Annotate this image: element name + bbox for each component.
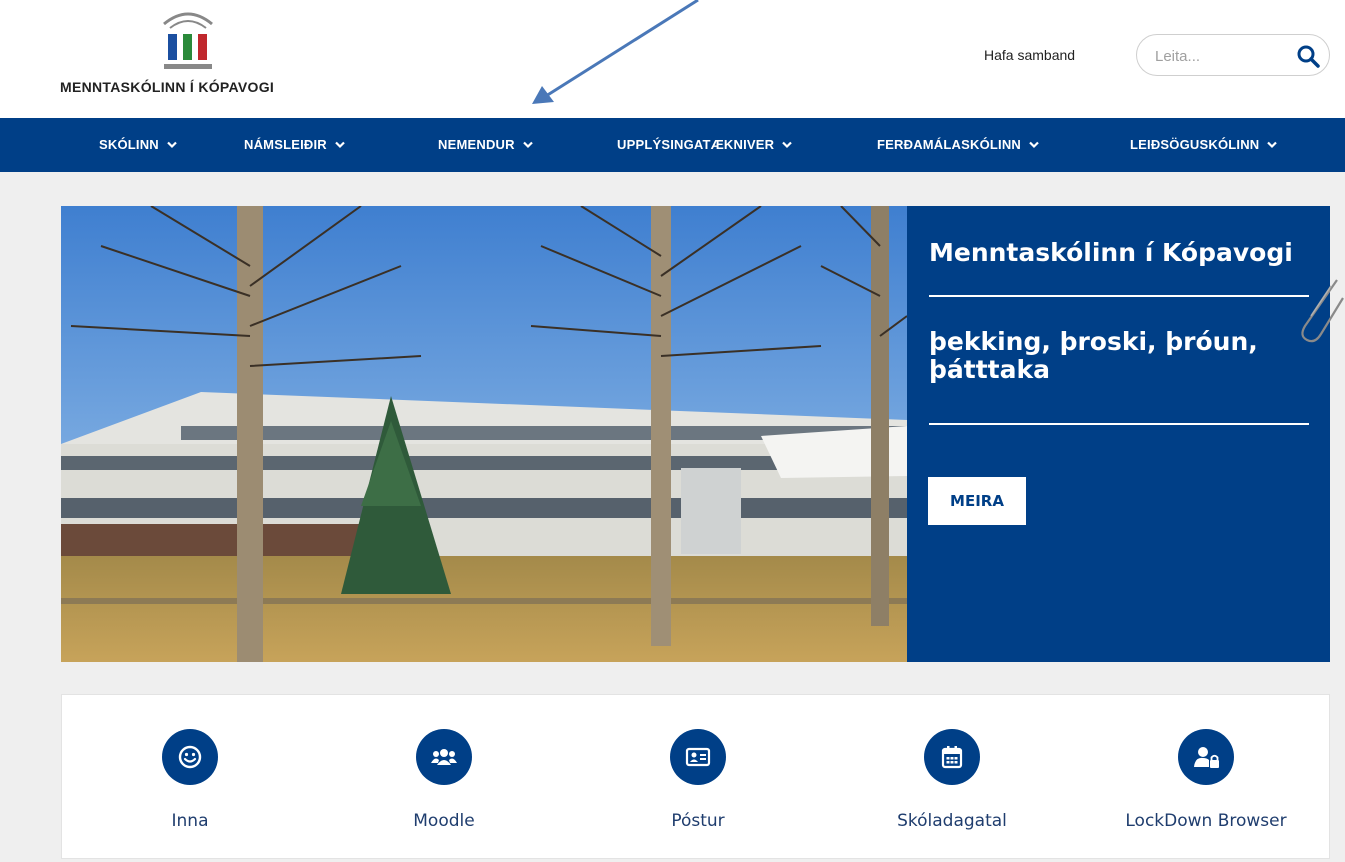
quick-link-postur[interactable]: Póstur	[598, 695, 798, 855]
quick-link-circle	[924, 729, 980, 785]
smiley-icon	[178, 745, 202, 769]
school-logo[interactable]: MENNTASKÓLINN Í KÓPAVOGI	[60, 6, 320, 98]
quick-link-circle	[162, 729, 218, 785]
quick-link-circle	[1178, 729, 1234, 785]
nav-item-label: NEMENDUR	[438, 137, 515, 152]
quick-link-circle	[670, 729, 726, 785]
hero-title: Menntaskólinn í Kópavogi	[929, 238, 1293, 267]
quick-link-circle	[416, 729, 472, 785]
chevron-down-icon	[522, 141, 533, 148]
id-card-icon	[685, 747, 711, 767]
annotation-arrow	[532, 0, 699, 104]
quick-link-label: Skóladagatal	[897, 811, 1007, 831]
nav-item-leidsoguskolinn[interactable]: LEIÐSÖGUSKÓLINN	[1130, 118, 1278, 172]
main-nav: SKÓLINN NÁMSLEIÐIR NEMENDUR UPPLÝSINGATÆ…	[0, 118, 1345, 172]
chevron-down-icon	[1029, 141, 1039, 148]
users-icon	[431, 749, 457, 765]
school-building-photo	[61, 206, 907, 662]
quick-links: Inna Moodle Póstur Skóladagatal LockDown…	[61, 694, 1330, 859]
quick-link-inna[interactable]: Inna	[90, 695, 290, 855]
nav-item-label: UPPLÝSINGATÆKNIVER	[617, 137, 775, 152]
nav-item-label: FERÐAMÁLASKÓLINN	[877, 137, 1022, 152]
divider	[929, 423, 1309, 425]
chevron-down-icon	[335, 141, 345, 148]
quick-link-label: Inna	[171, 811, 209, 831]
chevron-down-icon	[167, 141, 177, 148]
nav-item-upplysingataekniver[interactable]: UPPLÝSINGATÆKNIVER	[617, 118, 792, 172]
quick-link-label: LockDown Browser	[1125, 811, 1287, 831]
logo-text: MENNTASKÓLINN Í KÓPAVOGI	[60, 79, 275, 95]
paperclip-icon	[1301, 279, 1344, 343]
hero-motto: þekking, þroski, þróun, þátttaka	[929, 327, 1258, 384]
quick-link-moodle[interactable]: Moodle	[344, 695, 544, 855]
logo-emblem-icon	[163, 12, 213, 69]
user-lock-icon	[1194, 747, 1219, 768]
nav-item-label: NÁMSLEIÐIR	[244, 137, 327, 152]
contact-link[interactable]: Hafa samband	[984, 47, 1075, 63]
nav-item-label: LEIÐSÖGUSKÓLINN	[1130, 137, 1260, 152]
divider	[929, 295, 1309, 297]
search-icon[interactable]	[1295, 43, 1321, 69]
quick-link-lockdown-browser[interactable]: LockDown Browser	[1106, 695, 1306, 855]
nav-item-skolinn[interactable]: SKÓLINN	[99, 118, 177, 172]
nav-item-nemendur[interactable]: NEMENDUR	[438, 118, 533, 172]
quick-link-skoladagatal[interactable]: Skóladagatal	[852, 695, 1052, 855]
quick-link-label: Moodle	[413, 811, 475, 831]
search-box	[1136, 34, 1330, 76]
hero-panel: Menntaskólinn í Kópavogi þekking, þroski…	[907, 206, 1330, 662]
calendar-icon	[941, 746, 963, 769]
search-input[interactable]	[1153, 43, 1277, 69]
nav-item-ferdamalaskolinn[interactable]: FERÐAMÁLASKÓLINN	[877, 118, 1039, 172]
hero-banner: Menntaskólinn í Kópavogi þekking, þroski…	[61, 206, 1330, 662]
nav-item-namsleidir[interactable]: NÁMSLEIÐIR	[244, 118, 345, 172]
meira-button[interactable]: MEIRA	[928, 477, 1026, 525]
nav-item-label: SKÓLINN	[99, 137, 159, 152]
chevron-down-icon	[782, 141, 792, 148]
quick-link-label: Póstur	[671, 811, 725, 831]
chevron-down-icon	[1267, 141, 1278, 148]
